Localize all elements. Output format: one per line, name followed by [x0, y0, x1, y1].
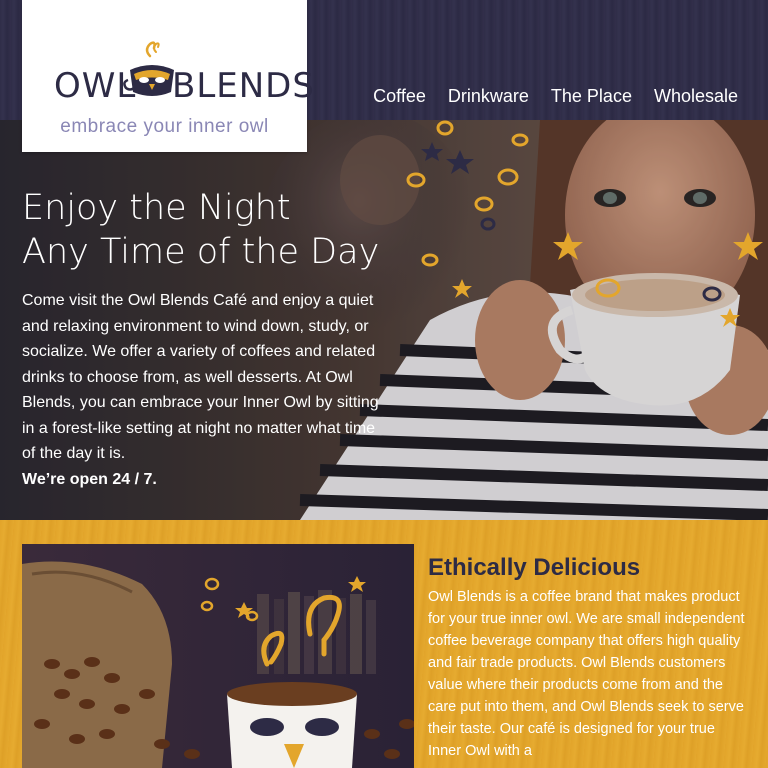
about-title: Ethically Delicious [428, 554, 641, 581]
main-nav: Coffee Drinkware The Place Wholesale [373, 86, 738, 107]
coffee-photo-illustration [22, 544, 414, 768]
nav-the-place[interactable]: The Place [551, 86, 632, 107]
about-body: Owl Blends is a coffee brand that makes … [428, 589, 745, 759]
owl-cup-coffee-beans-photo [22, 544, 414, 768]
hero-body: Come visit the Owl Blends Café and enjoy… [22, 292, 379, 462]
hero-hours: We’re open 24 / 7. [22, 470, 157, 488]
logo[interactable]: OWL BLENDS embrace your inner owl [22, 0, 314, 152]
hero-title-line-1: Enjoy the Night [22, 188, 291, 228]
nav-drinkware[interactable]: Drinkware [448, 86, 529, 107]
hero-title-line-2: Any Time of the Day [22, 232, 380, 272]
about-section: Ethically Delicious Owl Blends is a coff… [0, 520, 768, 768]
logo-text-blends: BLENDS [172, 66, 315, 106]
hero-title: Enjoy the Night Any Time of the Day [22, 186, 379, 274]
hero-section: Enjoy the Night Any Time of the Day Come… [0, 120, 768, 520]
nav-coffee[interactable]: Coffee [373, 86, 426, 107]
hero-description: Come visit the Owl Blends Café and enjoy… [22, 288, 392, 492]
nav-wholesale[interactable]: Wholesale [654, 86, 738, 107]
logo-tagline: embrace your inner owl [60, 116, 269, 137]
